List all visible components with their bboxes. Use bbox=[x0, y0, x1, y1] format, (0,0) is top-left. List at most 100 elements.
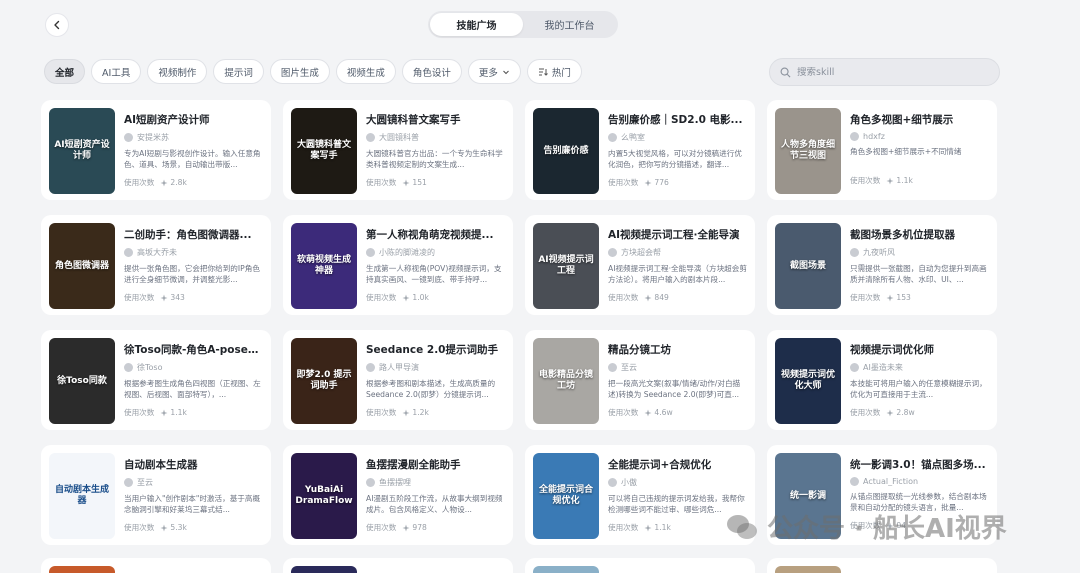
skill-thumbnail: AI视频提示词工程 bbox=[533, 223, 599, 309]
skill-author: 至云 bbox=[608, 362, 747, 373]
usage-label: 使用次数 bbox=[850, 408, 881, 417]
usage-count: 1.0k bbox=[402, 293, 429, 302]
next-row-partial bbox=[41, 558, 997, 573]
skill-stats: 使用次数 151 bbox=[366, 177, 505, 188]
skill-title: 角色多视图+细节展示 bbox=[850, 114, 954, 126]
usage-label: 使用次数 bbox=[124, 523, 155, 532]
chevron-down-icon bbox=[502, 68, 510, 76]
skill-card[interactable]: 电影精品分镜工坊 精品分镜工坊 至云 把一段高光文案(叙事/情绪/动作/对白描述… bbox=[525, 330, 755, 430]
skill-title: 截图场景多机位提取器 bbox=[850, 229, 955, 241]
skill-card-partial[interactable] bbox=[767, 558, 997, 573]
tab-my-workspace[interactable]: 我的工作台 bbox=[523, 13, 616, 36]
skill-card[interactable]: AI视频提示词工程 AI视频提示词工程·全能导演 方块超会帮 AI视频提示词工程… bbox=[525, 215, 755, 315]
skill-card[interactable]: YuBaiAi DramaFlow 鱼摆摆漫剧全能助手 鱼摆摆哩 AI漫剧五阶段… bbox=[283, 445, 513, 545]
author-avatar-icon bbox=[608, 133, 617, 142]
usage-count: 153 bbox=[886, 293, 911, 302]
usage-count: 1.2k bbox=[402, 408, 429, 417]
usage-count: 343 bbox=[160, 293, 185, 302]
skill-author: 徐Toso bbox=[124, 362, 263, 373]
skill-thumbnail: 告别廉价感 bbox=[533, 108, 599, 194]
sort-hot-label: 热门 bbox=[551, 67, 571, 79]
skill-card-partial[interactable] bbox=[283, 558, 513, 573]
search-input[interactable] bbox=[797, 66, 977, 78]
usage-label: 使用次数 bbox=[608, 293, 639, 302]
thumbnail-caption: 即梦2.0 提示词助手 bbox=[296, 370, 352, 391]
sparkle-icon bbox=[644, 409, 652, 416]
usage-count: 2.8k bbox=[160, 178, 187, 187]
skill-info: 鱼摆摆漫剧全能助手 鱼摆摆哩 AI漫剧五阶段工作流，从故事大纲到视频成片。包含风… bbox=[366, 453, 505, 537]
skill-info: Seedance 2.0提示词助手 路人甲导演 根据参考图和剧本描述，生成高质量… bbox=[366, 338, 505, 422]
skill-card[interactable]: 全能提示词合规优化 全能提示词+合规优化 小傲 可以将自己违规的提示词发给我，我… bbox=[525, 445, 755, 545]
filter-chip-prompts[interactable]: 提示词 bbox=[213, 59, 264, 84]
skill-stats: 使用次数 2.8w bbox=[850, 407, 989, 418]
author-avatar-icon bbox=[366, 133, 375, 142]
skill-card[interactable]: 大圆镜科普文案写手 大圆镜科普文案写手 大圆镜科普 大圆镜科普官方出品：一个专为… bbox=[283, 100, 513, 200]
author-name: hdxfz bbox=[863, 132, 885, 141]
filter-chip-video-gen[interactable]: 视频生成 bbox=[335, 59, 396, 84]
filter-chip-video-making[interactable]: 视频制作 bbox=[147, 59, 208, 84]
author-name: 小陈的脚滩凌的 bbox=[379, 248, 435, 257]
usage-label: 使用次数 bbox=[850, 176, 881, 185]
skill-card-partial[interactable] bbox=[41, 558, 271, 573]
sparkle-icon bbox=[402, 524, 410, 531]
usage-count: 4.6w bbox=[644, 408, 673, 417]
skill-card[interactable]: 角色图微调器 二创助手：角色图微调器... 高坂大乔未 提供一张角色图，它会把你… bbox=[41, 215, 271, 315]
thumbnail-caption: 人物多角度细节三视图 bbox=[780, 140, 835, 161]
usage-count: 5.3k bbox=[160, 523, 187, 532]
more-dropdown[interactable]: 更多 bbox=[467, 59, 521, 84]
sparkle-icon bbox=[644, 524, 652, 531]
thumbnail-caption: AI视频提示词工程 bbox=[538, 255, 594, 276]
skill-info: 徐Toso同款-角色A-pose四... 徐Toso 根据参考图生成角色四视图（… bbox=[124, 338, 263, 422]
skill-description: 内置5大视觉风格，可以对分镜稿进行优化润色，把你写的分镜描述，翻译... bbox=[608, 149, 742, 170]
skill-card-partial[interactable] bbox=[525, 558, 755, 573]
skill-thumbnail: 角色图微调器 bbox=[49, 223, 115, 309]
skill-card[interactable]: 自动剧本生成器 自动剧本生成器 至云 当用户输入"创作剧本"时激活，基于高概念脑… bbox=[41, 445, 271, 545]
watermark: 公众号 · 船长AI视界 bbox=[725, 508, 1007, 545]
skill-card[interactable]: AI短剧资产设计师 AI短剧资产设计师 安提米苏 专为AI短剧与影视创作设计。输… bbox=[41, 100, 271, 200]
skill-info: 大圆镜科普文案写手 大圆镜科普 大圆镜科普官方出品：一个专为生命科学类科普视频定… bbox=[366, 108, 505, 192]
sort-icon bbox=[538, 67, 548, 77]
author-avatar-icon bbox=[124, 248, 133, 257]
tab-skill-plaza[interactable]: 技能广场 bbox=[430, 13, 523, 36]
filter-chip-all[interactable]: 全部 bbox=[44, 59, 86, 84]
skill-card[interactable]: 即梦2.0 提示词助手 Seedance 2.0提示词助手 路人甲导演 根据参考… bbox=[283, 330, 513, 430]
watermark-text: 公众号 · 船长AI视界 bbox=[767, 514, 1007, 544]
skill-info: 角色多视图+细节展示 hdxfz 角色多视图+细节展示+不同情绪 使用次数 1.… bbox=[850, 108, 989, 192]
skill-stats: 使用次数 1.1k bbox=[850, 175, 989, 186]
skill-author: 大圆镜科普 bbox=[366, 132, 505, 143]
chevron-left-icon bbox=[54, 20, 60, 30]
skill-title: 精品分镜工坊 bbox=[608, 344, 671, 356]
skill-title: 大圆镜科普文案写手 bbox=[366, 114, 461, 126]
skill-thumbnail: 即梦2.0 提示词助手 bbox=[291, 338, 357, 424]
author-name: 至云 bbox=[621, 363, 637, 372]
skill-card[interactable]: 软萌视频生成神器 第一人称视角萌宠视频提... 小陈的脚滩凌的 生成第一人称视角… bbox=[283, 215, 513, 315]
sparkle-icon bbox=[886, 409, 894, 416]
thumbnail-caption: 全能提示词合规优化 bbox=[538, 485, 593, 506]
sparkle-icon bbox=[402, 409, 410, 416]
skill-description: AI漫剧五阶段工作流，从故事大纲到视频成片。包含风格定义、人物设... bbox=[366, 494, 503, 515]
back-button[interactable] bbox=[45, 13, 69, 37]
skill-description: 生成第一人称视角(POV)视频提示词，支持真实画风、一镜到底、带手持呼... bbox=[366, 264, 502, 285]
skill-card[interactable]: 徐Toso同款 徐Toso同款-角色A-pose四... 徐Toso 根据参考图… bbox=[41, 330, 271, 430]
author-avatar-icon bbox=[608, 363, 617, 372]
skill-card[interactable]: 截图场景 截图场景多机位提取器 九夜听风 只需提供一张截图，自动为您提升到高画质… bbox=[767, 215, 997, 315]
usage-count: 978 bbox=[402, 523, 427, 532]
usage-label: 使用次数 bbox=[366, 178, 397, 187]
filter-chip-ai-tools[interactable]: AI工具 bbox=[91, 59, 142, 84]
thumbnail-caption: 告别廉价感 bbox=[543, 145, 589, 156]
filter-chip-character-design[interactable]: 角色设计 bbox=[401, 59, 462, 84]
sort-hot-button[interactable]: 热门 bbox=[526, 59, 582, 84]
skill-title: 视频提示词优化师 bbox=[850, 344, 934, 356]
skill-stats: 使用次数 1.1k bbox=[124, 407, 263, 418]
sparkle-icon bbox=[402, 294, 410, 301]
skill-description: 只需提供一张截图，自动为您提升到高画质并清除所有人物、水印、UI、... bbox=[850, 264, 987, 285]
filter-chip-image-gen[interactable]: 图片生成 bbox=[269, 59, 330, 84]
usage-count: 1.1k bbox=[160, 408, 187, 417]
sparkle-icon bbox=[644, 294, 652, 301]
skill-card[interactable]: 视频提示词优化大师 视频提示词优化师 AI墨造未来 本技能可将用户输入的任意模糊… bbox=[767, 330, 997, 430]
skill-stats: 使用次数 4.6w bbox=[608, 407, 747, 418]
skill-card[interactable]: 人物多角度细节三视图 角色多视图+细节展示 hdxfz 角色多视图+细节展示+不… bbox=[767, 100, 997, 200]
filter-bar: 全部 AI工具 视频制作 提示词 图片生成 视频生成 角色设计 更多 热门 bbox=[44, 59, 582, 84]
skill-card[interactable]: 告别廉价感 告别廉价感｜SD2.0 电影... 么鸭室 内置5大视觉风格，可以对… bbox=[525, 100, 755, 200]
search-box[interactable] bbox=[769, 58, 1000, 86]
